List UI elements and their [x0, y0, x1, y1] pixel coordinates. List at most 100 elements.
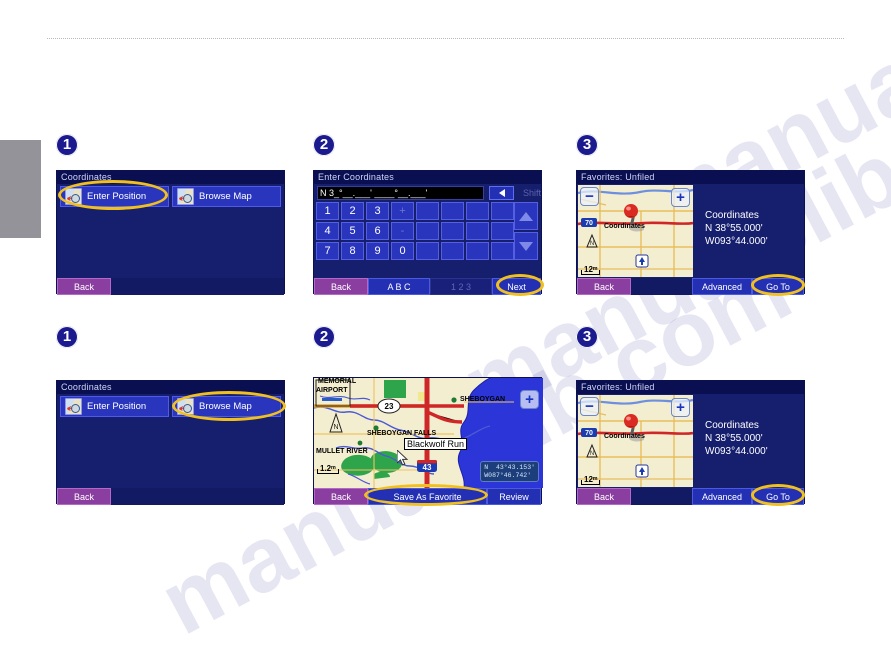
keypad-scroll-arrows	[514, 202, 538, 262]
map-scale-label: 1.2ᵐ	[317, 464, 339, 474]
key-blank[interactable]	[491, 202, 514, 220]
key-blank[interactable]	[441, 202, 464, 220]
goto-button[interactable]: Go To	[752, 278, 804, 295]
key-blank[interactable]	[466, 242, 489, 260]
key-blank[interactable]	[441, 242, 464, 260]
map-scale-label: 12ᵐ	[581, 475, 601, 485]
favorite-name: Coordinates	[705, 210, 759, 221]
screen-title: Coordinates	[57, 171, 284, 184]
plus-icon[interactable]: +	[671, 398, 690, 417]
favorite-latitude: N 38°55.000'	[705, 223, 763, 234]
step-badge-row1-2: 2	[313, 134, 335, 156]
browse-map[interactable]: N 23 43 MEMORIAL AIRPORT SHEBOYGAN SHEBO…	[314, 378, 543, 488]
menu-item-browse-map[interactable]: Browse Map	[172, 186, 281, 207]
advanced-button[interactable]: Advanced	[692, 278, 752, 295]
minus-icon[interactable]: −	[580, 187, 599, 206]
favorite-longitude: W093°44.000'	[705, 446, 768, 457]
key-8[interactable]: 8	[341, 242, 364, 260]
back-button[interactable]: Back	[577, 488, 631, 505]
back-button[interactable]: Back	[577, 278, 631, 295]
save-as-favorite-button[interactable]: Save As Favorite	[368, 488, 487, 505]
key-9[interactable]: 9	[366, 242, 389, 260]
device-screen-coordinates-enter: Coordinates Enter Position Browse Map Ba…	[56, 170, 285, 295]
minus-icon[interactable]: −	[580, 397, 599, 416]
menu-row: Enter Position Browse Map	[57, 394, 284, 417]
menu-item-enter-position[interactable]: Enter Position	[60, 396, 169, 417]
menu-item-enter-position[interactable]: Enter Position	[60, 186, 169, 207]
back-button[interactable]: Back	[57, 278, 111, 295]
detail-map[interactable]: 70 N Coordinates − + 12ᵐ	[578, 395, 693, 487]
svg-text:70: 70	[585, 220, 593, 227]
detail-map[interactable]: 70 N Coordinates − + 12ᵐ	[578, 185, 693, 277]
device-screen-favorites-unfiled-bottom: Favorites: Unfiled 70 N Coordinates − + …	[576, 380, 805, 505]
key-6[interactable]: 6	[366, 222, 389, 240]
key-5[interactable]: 5	[341, 222, 364, 240]
key-blank[interactable]	[466, 202, 489, 220]
key-4[interactable]: 4	[316, 222, 339, 240]
triangle-up-icon[interactable]	[514, 202, 538, 230]
map-label-memorial: MEMORIAL	[318, 378, 357, 385]
keypad-row-2: 4 5 6 -	[316, 222, 519, 240]
screen-title: Favorites: Unfiled	[577, 381, 804, 394]
backspace-arrow-icon[interactable]	[489, 186, 514, 200]
advanced-button[interactable]: Advanced	[692, 488, 752, 505]
map-callout-blackwolf-run: Blackwolf Run	[404, 438, 468, 450]
coordinates-input[interactable]: N 3_°__.___' ____°__.___'	[317, 186, 484, 200]
key-1[interactable]: 1	[316, 202, 339, 220]
back-button[interactable]: Back	[57, 488, 111, 505]
key-blank[interactable]	[416, 202, 439, 220]
key-3[interactable]: 3	[366, 202, 389, 220]
shift-key[interactable]: Shift	[517, 186, 547, 200]
bottom-button-bar: Back Advanced Go To	[577, 278, 804, 295]
device-screen-coordinates-browse: Coordinates Enter Position Browse Map Ba…	[56, 380, 285, 505]
keypad: 1 2 3 + 4 5 6 - 7 8 9 0	[316, 202, 519, 262]
next-button[interactable]: Next	[492, 278, 541, 295]
key-blank[interactable]	[416, 242, 439, 260]
key-blank[interactable]	[416, 222, 439, 240]
key-minus[interactable]: -	[391, 222, 414, 240]
triangle-down-icon[interactable]	[514, 232, 538, 260]
key-7[interactable]: 7	[316, 242, 339, 260]
goto-button[interactable]: Go To	[752, 488, 804, 505]
svg-text:N: N	[333, 424, 338, 431]
favorite-name: Coordinates	[705, 420, 759, 431]
bottom-button-bar: Back	[57, 488, 284, 505]
review-button[interactable]: Review	[487, 488, 541, 505]
device-screen-favorites-unfiled-top: Favorites: Unfiled 70 N Coordinates − + …	[576, 170, 805, 295]
abc-button[interactable]: A B C	[368, 278, 430, 295]
bottom-button-bar: Back	[57, 278, 284, 295]
map-label-mullet-river: MULLET RIVER	[316, 448, 368, 455]
red-pushpin-icon	[622, 413, 645, 448]
key-blank[interactable]	[441, 222, 464, 240]
plus-icon[interactable]: +	[671, 188, 690, 207]
step-badge-row2-3: 3	[576, 326, 598, 348]
key-blank[interactable]	[466, 222, 489, 240]
spacer	[631, 278, 692, 295]
map-pin-magnifier-icon	[65, 398, 82, 415]
svg-text:N: N	[590, 451, 594, 457]
map-label-sheboygan-falls: SHEBOYGAN FALLS	[367, 430, 437, 437]
step-badge-row2-2: 2	[313, 326, 335, 348]
keypad-row-1: 1 2 3 +	[316, 202, 519, 220]
menu-item-browse-map[interactable]: Browse Map	[172, 396, 281, 417]
plus-icon[interactable]: +	[520, 390, 539, 409]
screen-title: Favorites: Unfiled	[577, 171, 804, 184]
svg-text:70: 70	[585, 430, 593, 437]
spacer	[631, 488, 692, 505]
map-scale-label: 12ᵐ	[581, 265, 601, 275]
back-button[interactable]: Back	[314, 278, 368, 295]
step-number: 3	[582, 135, 592, 153]
key-blank[interactable]	[491, 222, 514, 240]
header-rule	[47, 38, 844, 39]
key-blank[interactable]	[491, 242, 514, 260]
step-number: 2	[319, 327, 329, 345]
pin-label: Coordinates	[604, 223, 645, 230]
numeric-button[interactable]: 1 2 3	[430, 278, 492, 295]
key-plus[interactable]: +	[391, 202, 414, 220]
back-button[interactable]: Back	[314, 488, 368, 505]
red-pushpin-icon	[622, 203, 645, 238]
favorite-details: Coordinates N 38°55.000' W093°44.000'	[705, 419, 768, 458]
key-2[interactable]: 2	[341, 202, 364, 220]
key-0[interactable]: 0	[391, 242, 414, 260]
bottom-button-bar: Back Save As Favorite Review	[314, 488, 541, 505]
